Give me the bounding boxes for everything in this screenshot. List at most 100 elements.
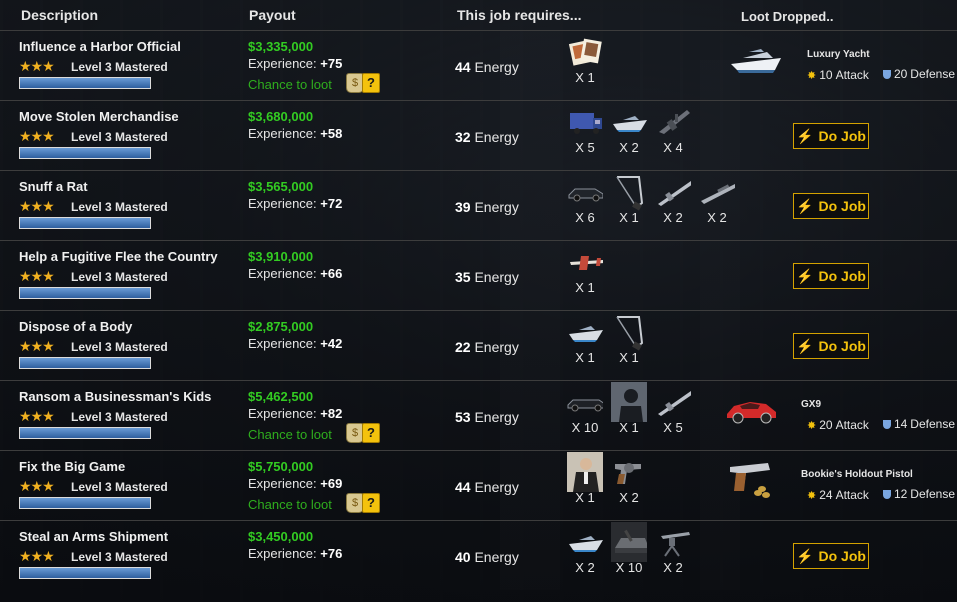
required-quantity: X 10 xyxy=(571,420,599,435)
payout-experience: Experience: +69 xyxy=(248,476,342,491)
mastery-progress-bar xyxy=(19,217,151,229)
defense-label: Defense xyxy=(910,67,955,81)
do-job-button[interactable]: ⚡ Do Job xyxy=(793,263,869,289)
do-job-button[interactable]: ⚡ Do Job xyxy=(793,123,869,149)
required-item: X 5 xyxy=(651,387,695,435)
informant-icon xyxy=(611,382,647,422)
required-item: X 5 xyxy=(563,107,607,155)
photos-icon xyxy=(567,37,603,67)
experience-label: Experience: xyxy=(248,126,317,141)
energy-label: Energy xyxy=(474,269,519,285)
attack-value: 10 xyxy=(819,68,833,82)
required-item: X 2 xyxy=(563,527,607,575)
energy-label: Energy xyxy=(474,479,519,495)
lightning-icon: ⚡ xyxy=(796,337,814,354)
mastery-progress-fill xyxy=(20,218,150,228)
question-mark-icon[interactable]: ? xyxy=(362,493,380,513)
lightning-icon: ⚡ xyxy=(796,127,814,144)
do-job-label: Do Job xyxy=(818,268,866,284)
job-title: Move Stolen Merchandise xyxy=(19,109,179,124)
energy-value: 22 xyxy=(455,339,471,355)
defense-shield-icon xyxy=(882,69,891,79)
loot-attack: ✸ 24 Attack xyxy=(807,488,869,502)
energy-value: 32 xyxy=(455,129,471,145)
required-item: X 4 xyxy=(651,107,695,155)
attack-icon: ✸ xyxy=(807,419,817,432)
experience-label: Experience: xyxy=(248,406,317,421)
chance-to-loot-link[interactable]: Chance to loot xyxy=(248,497,332,512)
payout-money: $5,750,000 xyxy=(248,459,314,474)
rifle-icon xyxy=(655,177,691,207)
attack-value: 20 xyxy=(819,418,833,432)
table-header: Description Payout This job requires... … xyxy=(0,0,957,31)
experience-value: +76 xyxy=(320,546,343,561)
required-quantity: X 2 xyxy=(619,490,639,505)
do-job-button[interactable]: ⚡ Do Job xyxy=(793,543,869,569)
lightning-icon: ⚡ xyxy=(796,547,814,564)
energy-cost: 40 Energy xyxy=(455,549,519,565)
mastery-progress-bar xyxy=(19,567,151,579)
speedboat-icon xyxy=(611,107,647,137)
question-mark-icon[interactable]: ? xyxy=(362,423,380,443)
job-title: Help a Fugitive Flee the Country xyxy=(19,249,218,264)
job-title: Dispose of a Body xyxy=(19,319,133,334)
rifle-icon xyxy=(655,387,691,417)
required-item: X 2 xyxy=(651,527,695,575)
mastery-progress-fill xyxy=(20,498,150,508)
mastery-stars-icon: ★★★ xyxy=(19,408,55,424)
energy-value: 39 xyxy=(455,199,471,215)
mastery-progress-fill xyxy=(20,358,150,368)
mastery-progress-bar xyxy=(19,77,151,89)
required-item: X 1 xyxy=(607,316,651,365)
experience-value: +66 xyxy=(320,266,343,281)
truck-icon xyxy=(567,107,603,137)
mastery-stars-icon: ★★★ xyxy=(19,128,55,144)
do-job-label: Do Job xyxy=(818,128,866,144)
attack-label: Attack xyxy=(835,418,869,432)
sedan-icon xyxy=(567,177,603,207)
job-row: Influence a Harbor Official ★★★ Level 3 Ma… xyxy=(0,31,957,101)
bodyguard-icon xyxy=(567,452,603,492)
payout-money: $3,565,000 xyxy=(248,179,314,194)
energy-cost: 53 Energy xyxy=(455,409,519,425)
payout-money: $5,462,500 xyxy=(248,389,314,404)
energy-label: Energy xyxy=(474,549,519,565)
payout-money: $3,450,000 xyxy=(248,529,314,544)
machine-gun-icon xyxy=(655,107,691,137)
energy-cost: 44 Energy xyxy=(455,479,519,495)
defense-shield-icon xyxy=(882,419,891,429)
chance-to-loot-link[interactable]: Chance to loot xyxy=(248,77,332,92)
do-job-button[interactable]: ⚡ Do Job xyxy=(793,193,869,219)
payout-money: $3,680,000 xyxy=(248,109,314,124)
payout-money: $3,910,000 xyxy=(248,249,314,264)
job-row: Help a Fugitive Flee the Country ★★★ Level… xyxy=(0,241,957,311)
experience-label: Experience: xyxy=(248,546,317,561)
mastery-label: Level 3 Mastered xyxy=(71,200,168,214)
do-job-button[interactable]: ⚡ Do Job xyxy=(793,333,869,359)
energy-value: 44 xyxy=(455,479,471,495)
mastery-stars-icon: ★★★ xyxy=(19,478,55,494)
mastery-label: Level 3 Mastered xyxy=(71,410,168,424)
attack-icon: ✸ xyxy=(807,69,817,82)
payout-experience: Experience: +82 xyxy=(248,406,342,421)
experience-label: Experience: xyxy=(248,196,317,211)
required-item: X 10 xyxy=(563,387,607,435)
experience-value: +75 xyxy=(320,56,343,71)
experience-value: +58 xyxy=(320,126,343,141)
energy-label: Energy xyxy=(474,199,519,215)
loot-name: Luxury Yacht xyxy=(807,49,870,60)
chance-to-loot-link[interactable]: Chance to loot xyxy=(248,427,332,442)
mastery-stars-icon: ★★★ xyxy=(19,268,55,284)
mastery-progress-fill xyxy=(20,148,150,158)
mastery-stars-icon: ★★★ xyxy=(19,198,55,214)
question-mark-icon[interactable]: ? xyxy=(362,73,380,93)
energy-label: Energy xyxy=(474,409,519,425)
lightning-icon: ⚡ xyxy=(796,267,814,284)
attack-label: Attack xyxy=(835,68,869,82)
loot-defense: 20 Defense xyxy=(882,67,955,81)
required-item: X 1 xyxy=(563,452,607,505)
payout-experience: Experience: +58 xyxy=(248,126,342,141)
revolver-icon xyxy=(611,457,647,487)
experience-label: Experience: xyxy=(248,266,317,281)
energy-cost: 39 Energy xyxy=(455,199,519,215)
